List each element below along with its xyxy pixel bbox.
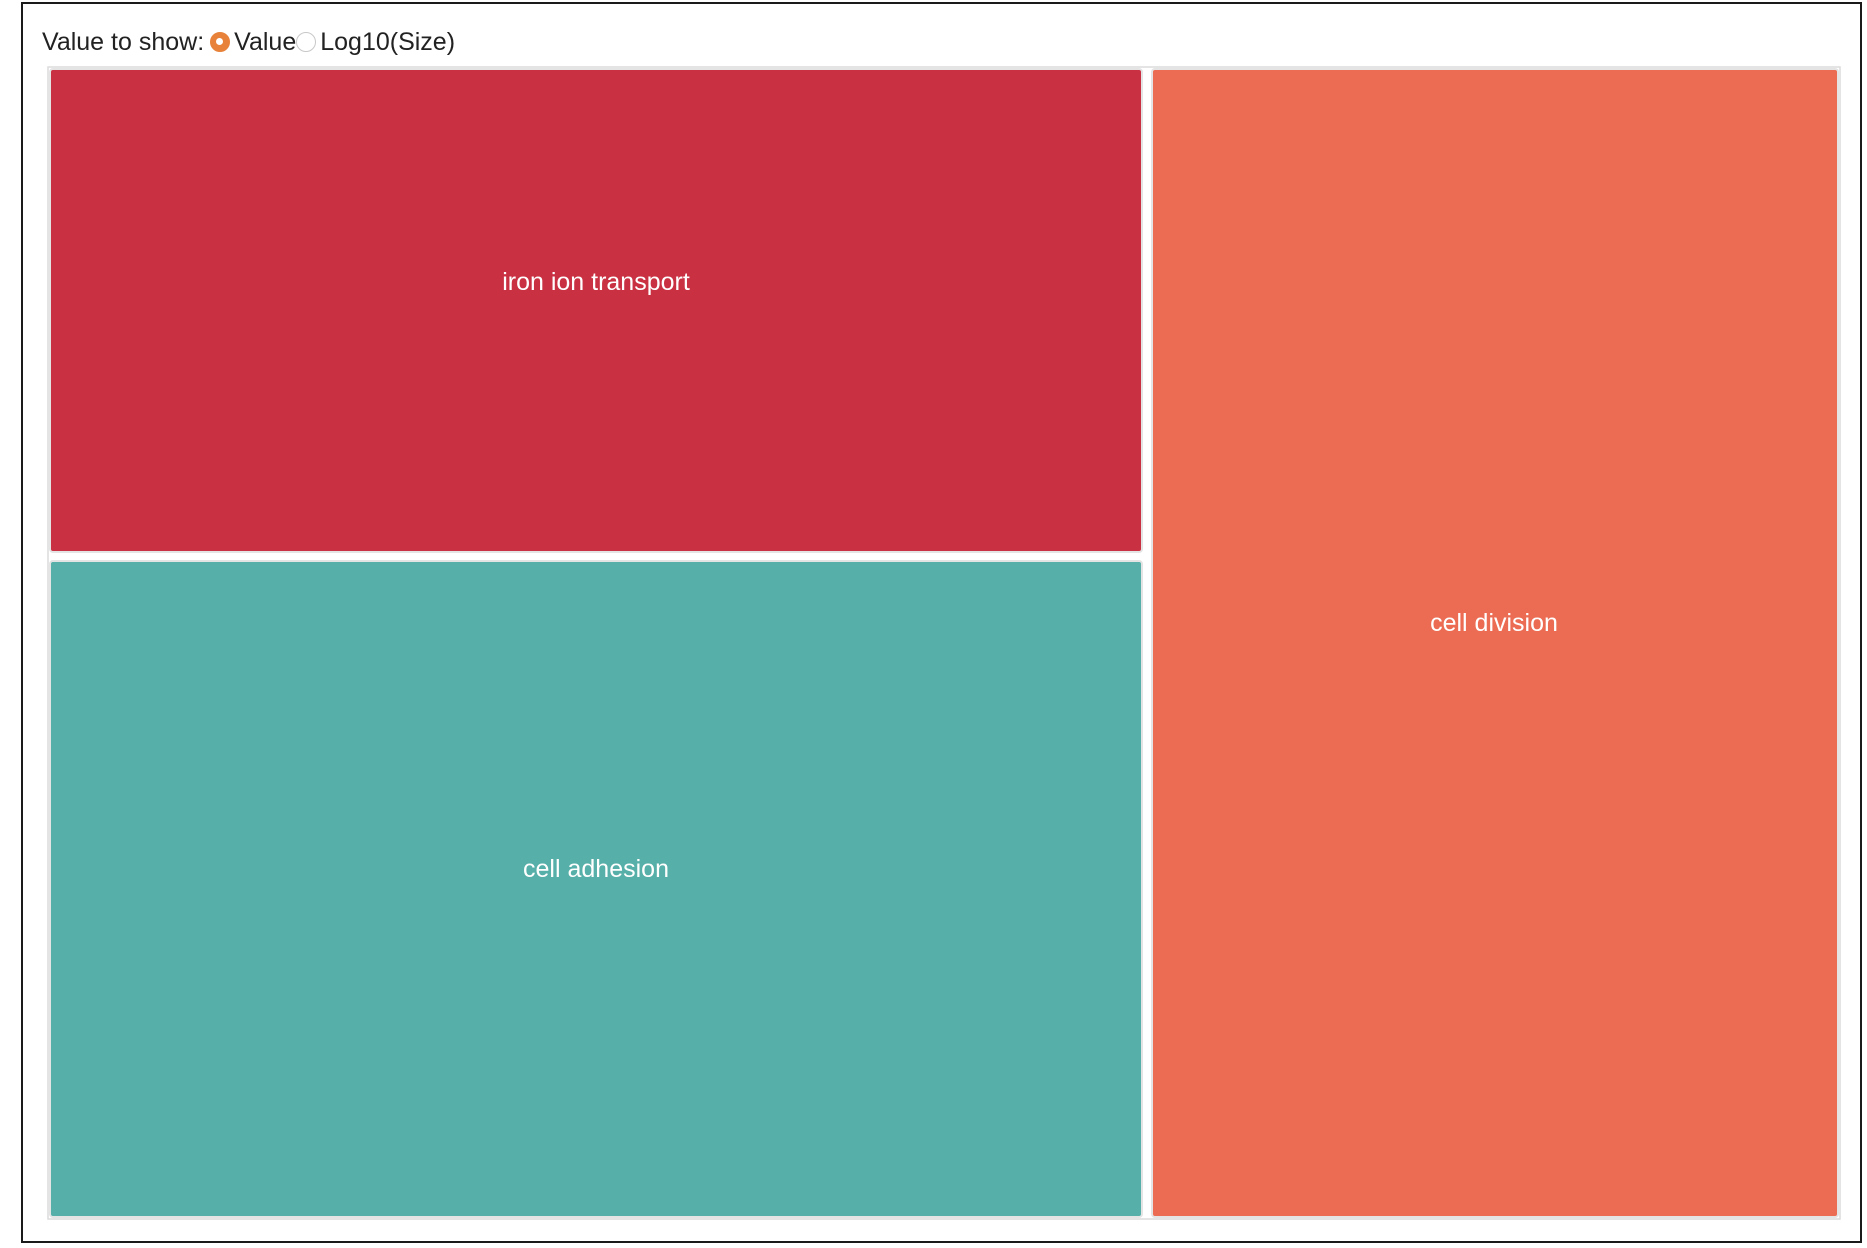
tile-cell-division[interactable]: cell division <box>1151 68 1839 1218</box>
tile-cell-adhesion[interactable]: cell adhesion <box>49 560 1143 1218</box>
tile-rect-iron-ion-transport[interactable] <box>49 68 1143 553</box>
tile-label-iron-ion-transport: iron ion transport <box>502 268 690 296</box>
tile-iron-ion-transport[interactable]: iron ion transport <box>49 68 1143 553</box>
tile-rect-cell-division[interactable] <box>1151 68 1839 1218</box>
treemap-chart: iron ion transport cell adhesion cell di… <box>47 66 1841 1220</box>
tile-label-cell-adhesion: cell adhesion <box>523 855 669 883</box>
tile-rect-cell-adhesion[interactable] <box>49 560 1143 1218</box>
tile-label-cell-division: cell division <box>1430 609 1558 637</box>
